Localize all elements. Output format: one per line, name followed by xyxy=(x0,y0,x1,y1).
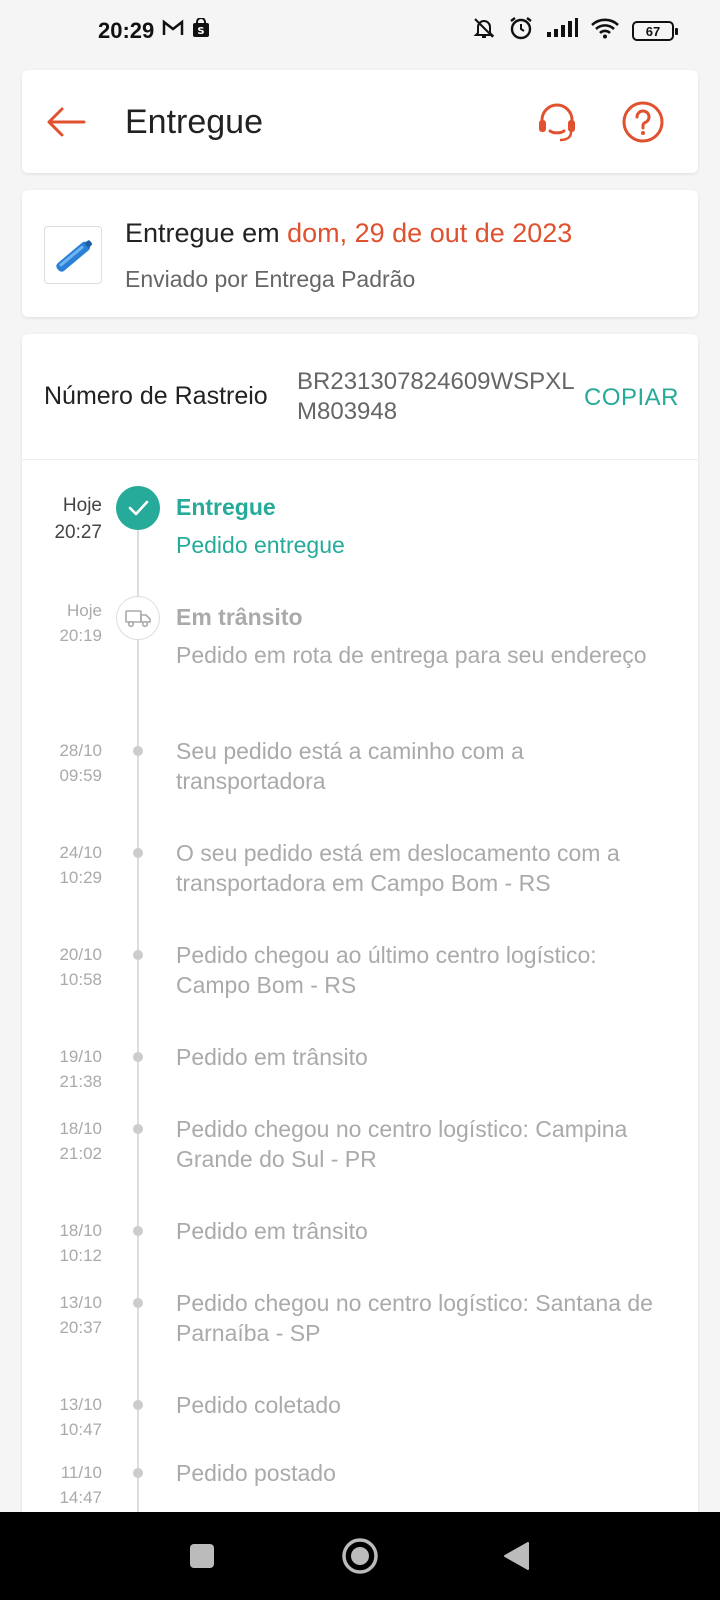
timeline-date: Hoje xyxy=(62,495,102,516)
shop-bag-icon: S xyxy=(192,17,210,44)
timeline-time: Hoje 20:19 xyxy=(22,598,102,648)
signal-icon xyxy=(546,18,578,44)
timeline-time: Hoje 20:27 xyxy=(22,492,102,546)
timeline-hour: 10:58 xyxy=(59,970,102,989)
timeline-date: 11/10 xyxy=(60,1463,102,1482)
timeline-title: Em trânsito xyxy=(176,604,303,630)
gmail-icon xyxy=(162,19,184,43)
timeline-dot xyxy=(133,950,143,960)
timeline-time: 28/10 09:59 xyxy=(22,738,102,788)
timeline-time: 20/10 10:58 xyxy=(22,942,102,992)
timeline-time: 18/10 10:12 xyxy=(22,1218,102,1268)
timeline-time: 24/10 10:29 xyxy=(22,840,102,890)
arrow-left-icon xyxy=(47,107,86,137)
timeline-hour: 14:47 xyxy=(59,1488,102,1507)
timeline-desc: Pedido em trânsito xyxy=(176,1044,368,1070)
timeline-date: 18/10 xyxy=(59,1119,102,1138)
timeline-date: 28/10 xyxy=(59,741,102,760)
timeline-time: 19/10 21:38 xyxy=(22,1044,102,1094)
timeline-date: Hoje xyxy=(67,601,102,620)
timeline-desc: Pedido em rota de entrega para seu ender… xyxy=(176,642,647,668)
timeline-desc: Pedido entregue xyxy=(176,532,345,558)
back-nav-button[interactable] xyxy=(502,1512,530,1600)
timeline-time: 18/10 21:02 xyxy=(22,1116,102,1166)
timeline-time: 13/10 10:47 xyxy=(22,1392,102,1442)
home-button[interactable] xyxy=(340,1512,380,1600)
wifi-icon xyxy=(590,17,620,45)
battery-icon: 67 xyxy=(632,21,678,41)
timeline-desc: Pedido chegou ao último centro logístico… xyxy=(176,942,597,998)
tracking-label: Número de Rastreio xyxy=(44,382,268,410)
timeline-desc: Pedido chegou no centro logístico: Campi… xyxy=(176,1116,628,1172)
shipping-method: Enviado por Entrega Padrão xyxy=(125,266,416,292)
status-bar: 20:29 S 67 xyxy=(0,0,720,62)
tracking-number: BR231307824609WSPXLM803948 xyxy=(297,368,575,425)
timeline-date: 20/10 xyxy=(59,945,102,964)
timeline-line xyxy=(137,508,139,1548)
question-circle-icon xyxy=(622,101,664,143)
battery-level: 67 xyxy=(645,23,661,39)
product-thumbnail xyxy=(44,226,102,284)
tracking-header: Número de Rastreio BR231307824609WSPXLM8… xyxy=(22,334,698,460)
status-right: 67 xyxy=(472,15,678,47)
status-left: 20:29 S xyxy=(98,17,210,44)
check-icon xyxy=(116,486,160,530)
timeline-hour: 21:38 xyxy=(59,1072,102,1091)
timeline-date: 13/10 xyxy=(59,1395,102,1414)
timeline-hour: 20:19 xyxy=(59,626,102,645)
headset-icon xyxy=(539,103,575,142)
timeline-hour: 10:47 xyxy=(59,1420,102,1439)
alarm-icon xyxy=(508,15,534,47)
delivery-card[interactable]: Entregue em dom, 29 de out de 2023 Envia… xyxy=(22,190,698,317)
timeline-title: Entregue xyxy=(176,494,276,520)
timeline-time: 11/10 14:47 xyxy=(22,1460,102,1510)
timeline-desc: Pedido chegou no centro logístico: Santa… xyxy=(176,1290,653,1346)
back-button[interactable] xyxy=(44,100,88,144)
delivery-status: Entregue em dom, 29 de out de 2023 xyxy=(125,218,572,249)
timeline-hour: 10:12 xyxy=(59,1246,102,1265)
timeline-hour: 21:02 xyxy=(59,1144,102,1163)
timeline-dot xyxy=(133,1400,143,1410)
delivery-date: dom, 29 de out de 2023 xyxy=(287,218,573,248)
status-time: 20:29 xyxy=(98,18,155,43)
recents-button[interactable] xyxy=(188,1512,216,1600)
timeline-dot xyxy=(133,848,143,858)
timeline-hour: 10:29 xyxy=(59,868,102,887)
copy-button[interactable]: COPIAR xyxy=(584,384,679,412)
timeline-desc: Pedido em trânsito xyxy=(176,1218,368,1244)
timeline-dot xyxy=(133,1226,143,1236)
timeline-date: 24/10 xyxy=(59,843,102,862)
timeline-date: 13/10 xyxy=(59,1293,102,1312)
timeline-dot xyxy=(133,746,143,756)
svg-text:S: S xyxy=(198,26,205,37)
triangle-back-icon xyxy=(504,1542,529,1570)
square-icon xyxy=(190,1544,214,1568)
timeline-desc: Pedido postado xyxy=(176,1460,336,1486)
timeline-dot xyxy=(133,1298,143,1308)
timeline-desc: Pedido coletado xyxy=(176,1392,341,1418)
navigation-bar xyxy=(0,1512,720,1600)
support-button[interactable] xyxy=(534,99,580,145)
timeline-hour: 09:59 xyxy=(59,766,102,785)
timeline-time: 13/10 20:37 xyxy=(22,1290,102,1340)
delivery-prefix: Entregue em xyxy=(125,218,288,248)
help-button[interactable] xyxy=(620,99,666,145)
home-circle-icon xyxy=(342,1538,378,1574)
timeline-desc: Seu pedido está a caminho com a transpor… xyxy=(176,738,524,794)
timeline-date: 18/10 xyxy=(59,1221,102,1240)
timeline-dot xyxy=(133,1468,143,1478)
timeline-dot xyxy=(133,1052,143,1062)
header-bar: Entregue xyxy=(22,70,698,173)
timeline-dot xyxy=(133,1124,143,1134)
timeline-desc: O seu pedido está em deslocamento com a … xyxy=(176,840,620,896)
truck-icon xyxy=(116,596,160,640)
timeline-hour: 20:37 xyxy=(59,1318,102,1337)
timeline-date: 19/10 xyxy=(59,1047,102,1066)
page-title: Entregue xyxy=(125,103,263,141)
tracking-card: Número de Rastreio BR231307824609WSPXLM8… xyxy=(22,334,698,1548)
bell-off-icon xyxy=(472,16,496,46)
timeline-hour: 20:27 xyxy=(54,522,102,543)
